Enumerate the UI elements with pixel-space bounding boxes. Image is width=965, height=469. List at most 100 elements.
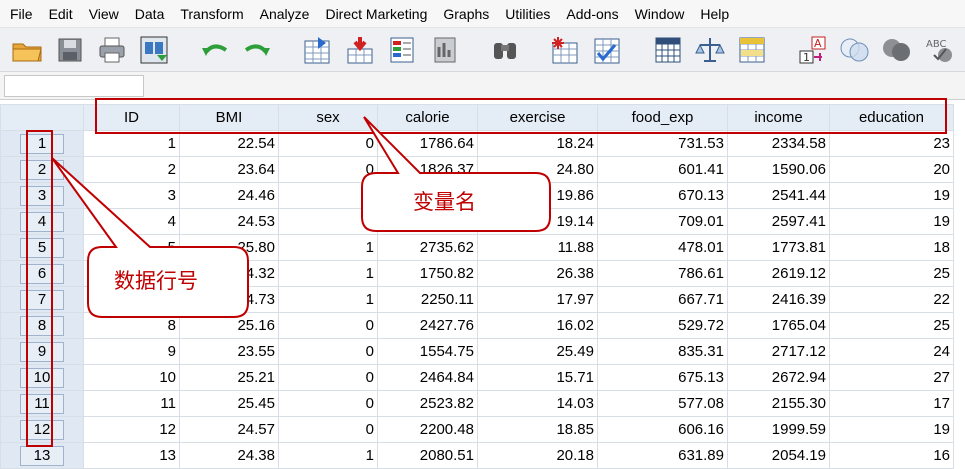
- value-labels-icon[interactable]: A1: [796, 33, 830, 67]
- column-header-food-exp[interactable]: food_exp: [597, 104, 728, 131]
- data-cell-calorie[interactable]: 1786.64: [377, 130, 478, 157]
- cell-reference-box[interactable]: [4, 75, 144, 97]
- insert-cases-icon[interactable]: [548, 33, 582, 67]
- data-cell-sex[interactable]: 0: [278, 156, 378, 183]
- spelling-icon[interactable]: ABC: [923, 33, 957, 67]
- data-cell-exercise[interactable]: 18.24: [477, 130, 598, 157]
- variables-icon[interactable]: [385, 33, 419, 67]
- select-cases-icon[interactable]: [735, 33, 769, 67]
- data-cell-bmi[interactable]: 25.45: [179, 390, 279, 417]
- data-cell-calorie[interactable]: 2735.62: [377, 234, 478, 261]
- use-sets-icon[interactable]: [838, 33, 872, 67]
- menu-view[interactable]: View: [81, 6, 127, 22]
- data-cell-exercise[interactable]: 15.71: [477, 364, 598, 391]
- menu-data[interactable]: Data: [127, 6, 173, 22]
- column-header-sex[interactable]: sex: [278, 104, 378, 131]
- insert-variable-icon[interactable]: [590, 33, 624, 67]
- data-cell-exercise[interactable]: 19.14: [477, 208, 598, 235]
- data-cell-exercise[interactable]: 14.03: [477, 390, 598, 417]
- data-cell-sex[interactable]: 0: [278, 416, 378, 443]
- row-number-header[interactable]: 5: [0, 234, 84, 261]
- data-cell-exercise[interactable]: 16.02: [477, 312, 598, 339]
- data-cell-food-exp[interactable]: 786.61: [597, 260, 728, 287]
- menu-window[interactable]: Window: [627, 6, 693, 22]
- row-number-header[interactable]: 3: [0, 182, 84, 209]
- data-cell-education[interactable]: 25: [829, 260, 954, 287]
- data-cell-education[interactable]: 24: [829, 338, 954, 365]
- menu-analyze[interactable]: Analyze: [252, 6, 318, 22]
- column-header-education[interactable]: education: [829, 104, 954, 131]
- column-header-exercise[interactable]: exercise: [477, 104, 598, 131]
- data-cell-income[interactable]: 1590.06: [727, 156, 830, 183]
- menu-edit[interactable]: Edit: [41, 6, 81, 22]
- data-cell-id[interactable]: 1: [83, 130, 180, 157]
- data-cell-education[interactable]: 22: [829, 286, 954, 313]
- data-cell-bmi[interactable]: 24.46: [179, 182, 279, 209]
- data-cell-sex[interactable]: 1: [278, 286, 378, 313]
- data-cell-calorie[interactable]: 2200.48: [377, 416, 478, 443]
- weight-cases-icon[interactable]: [693, 33, 727, 67]
- find-icon[interactable]: [487, 33, 521, 67]
- data-cell-income[interactable]: 2672.94: [727, 364, 830, 391]
- data-cell-income[interactable]: 2541.44: [727, 182, 830, 209]
- data-cell-id[interactable]: 5: [83, 234, 180, 261]
- data-cell-income[interactable]: 1999.59: [727, 416, 830, 443]
- data-cell-exercise[interactable]: 24.80: [477, 156, 598, 183]
- data-cell-id[interactable]: 3: [83, 182, 180, 209]
- row-number-header[interactable]: 11: [0, 390, 84, 417]
- data-cell-education[interactable]: 23: [829, 130, 954, 157]
- data-cell-income[interactable]: 2597.41: [727, 208, 830, 235]
- data-cell-id[interactable]: 9: [83, 338, 180, 365]
- data-cell-education[interactable]: 19: [829, 208, 954, 235]
- row-number-header[interactable]: 1: [0, 130, 84, 157]
- data-cell-sex[interactable]: 1: [278, 442, 378, 469]
- open-folder-icon[interactable]: [10, 33, 44, 67]
- row-number-header[interactable]: 8: [0, 312, 84, 339]
- split-file-icon[interactable]: [650, 33, 684, 67]
- menu-add-ons[interactable]: Add-ons: [558, 6, 626, 22]
- recall-dialog-icon[interactable]: [137, 33, 171, 67]
- goto-variable-icon[interactable]: [342, 33, 376, 67]
- data-cell-calorie[interactable]: 1750.82: [377, 260, 478, 287]
- goto-case-icon[interactable]: [300, 33, 334, 67]
- data-cell-food-exp[interactable]: 670.13: [597, 182, 728, 209]
- data-cell-income[interactable]: 2416.39: [727, 286, 830, 313]
- data-cell-bmi[interactable]: 23.64: [179, 156, 279, 183]
- data-cell-education[interactable]: 19: [829, 182, 954, 209]
- data-cell-food-exp[interactable]: 478.01: [597, 234, 728, 261]
- data-cell-sex[interactable]: 1: [278, 234, 378, 261]
- data-cell-id[interactable]: 8: [83, 312, 180, 339]
- data-cell-income[interactable]: 2619.12: [727, 260, 830, 287]
- data-cell-education[interactable]: 17: [829, 390, 954, 417]
- menu-graphs[interactable]: Graphs: [435, 6, 497, 22]
- column-header-calorie[interactable]: calorie: [377, 104, 478, 131]
- row-number-header[interactable]: 6: [0, 260, 84, 287]
- data-cell-sex[interactable]: [278, 208, 378, 235]
- data-cell-income[interactable]: 2155.30: [727, 390, 830, 417]
- data-cell-sex[interactable]: 0: [278, 390, 378, 417]
- row-number-header[interactable]: 7: [0, 286, 84, 313]
- data-cell-food-exp[interactable]: 601.41: [597, 156, 728, 183]
- data-cell-exercise[interactable]: 19.86: [477, 182, 598, 209]
- data-cell-calorie[interactable]: 2080.51: [377, 442, 478, 469]
- data-cell-calorie[interactable]: 1826.37: [377, 156, 478, 183]
- data-cell-bmi[interactable]: 25.80: [179, 234, 279, 261]
- row-number-header[interactable]: 2: [0, 156, 84, 183]
- data-cell-bmi[interactable]: 25.16: [179, 312, 279, 339]
- data-cell-id[interactable]: 10: [83, 364, 180, 391]
- corner-cell[interactable]: [0, 104, 84, 131]
- data-cell-calorie[interactable]: 2427.76: [377, 312, 478, 339]
- data-cell-sex[interactable]: 1: [278, 260, 378, 287]
- data-cell-food-exp[interactable]: 675.13: [597, 364, 728, 391]
- data-cell-food-exp[interactable]: 529.72: [597, 312, 728, 339]
- redo-icon[interactable]: [240, 33, 274, 67]
- data-cell-calorie[interactable]: 2250.11: [377, 286, 478, 313]
- show-all-variables-icon[interactable]: [880, 33, 914, 67]
- data-cell-income[interactable]: 2717.12: [727, 338, 830, 365]
- data-cell-food-exp[interactable]: 631.89: [597, 442, 728, 469]
- data-cell-exercise[interactable]: 17.97: [477, 286, 598, 313]
- data-cell-sex[interactable]: [278, 182, 378, 209]
- column-header-income[interactable]: income: [727, 104, 830, 131]
- data-cell-food-exp[interactable]: 577.08: [597, 390, 728, 417]
- run-descriptives-icon[interactable]: [427, 33, 461, 67]
